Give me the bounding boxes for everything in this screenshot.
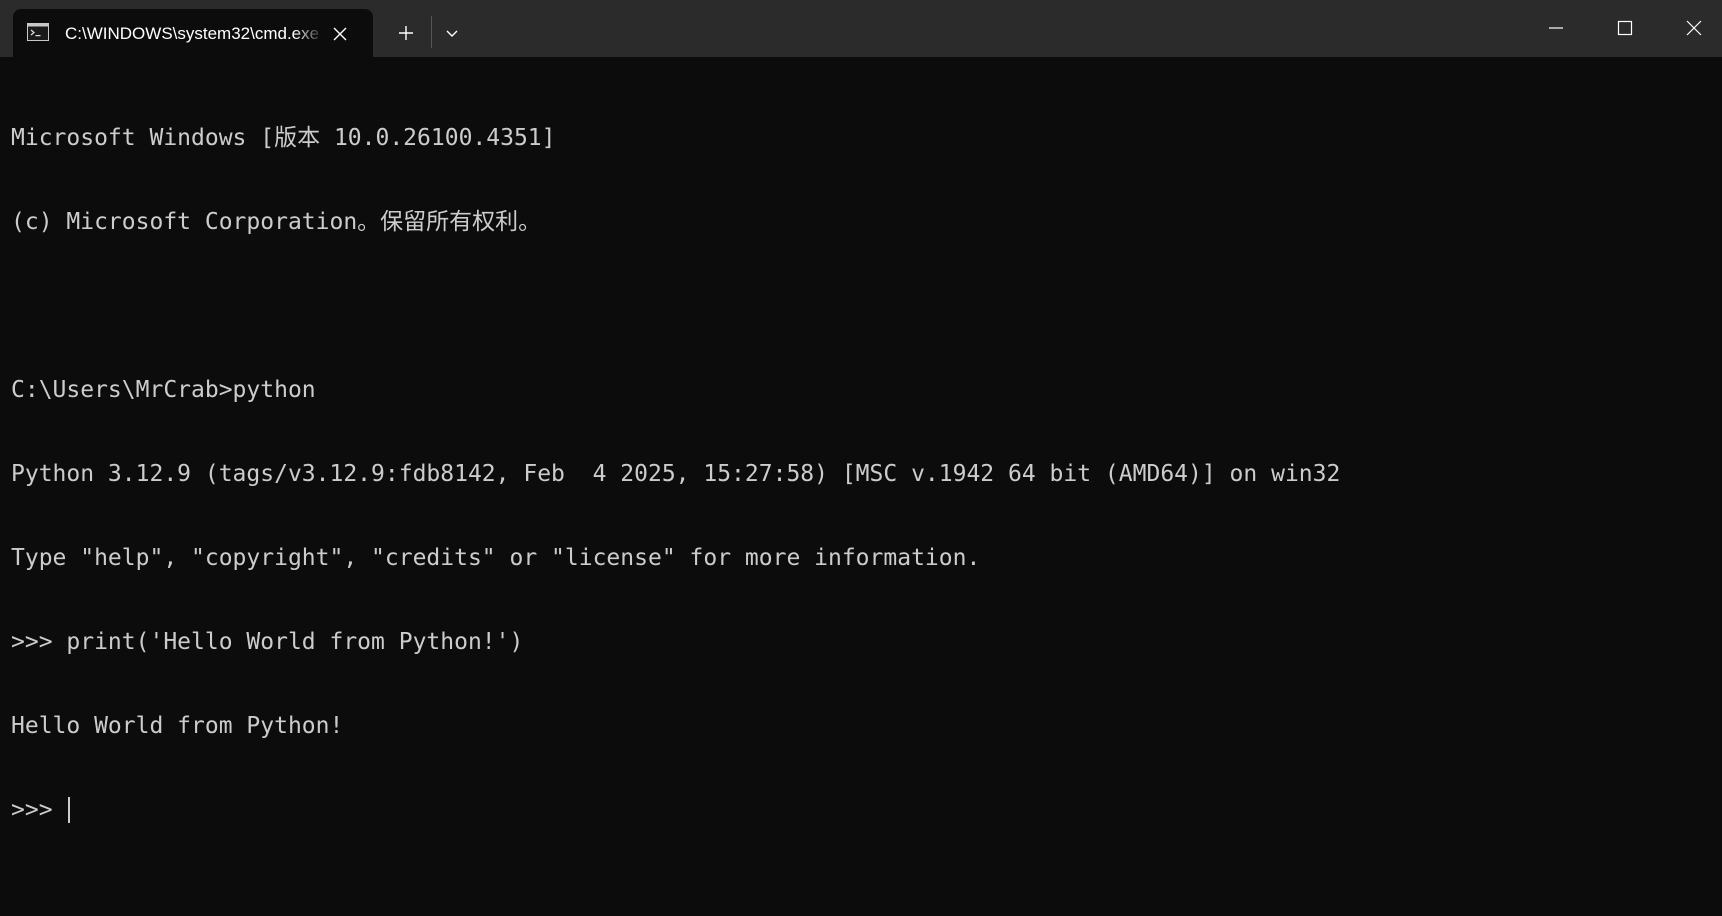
terminal-window: C:\WINDOWS\system32\cmd.exe Microsoft Wi…: [0, 0, 1722, 916]
terminal-prompt-line[interactable]: >>>: [11, 796, 1711, 824]
text-cursor: [68, 797, 71, 823]
tab-cmd[interactable]: C:\WINDOWS\system32\cmd.exe: [13, 9, 373, 57]
minimize-icon[interactable]: [1522, 0, 1590, 56]
terminal-line: Microsoft Windows [版本 10.0.26100.4351]: [11, 125, 556, 151]
close-window-icon[interactable]: [1660, 0, 1722, 56]
terminal-line: (c) Microsoft Corporation。保留所有权利。: [11, 209, 542, 235]
terminal-line: Hello World from Python!: [11, 713, 344, 739]
terminal-line: Python 3.12.9 (tags/v3.12.9:fdb8142, Feb…: [11, 461, 1341, 487]
terminal-line: Type "help", "copyright", "credits" or "…: [11, 545, 981, 571]
tab-title: C:\WINDOWS\system32\cmd.exe: [65, 24, 320, 43]
maximize-icon[interactable]: [1591, 0, 1659, 56]
python-prompt: >>>: [11, 797, 67, 823]
chevron-down-icon[interactable]: [436, 17, 468, 49]
close-icon[interactable]: [327, 21, 353, 47]
title-bar[interactable]: C:\WINDOWS\system32\cmd.exe: [0, 0, 1722, 57]
terminal-line: C:\Users\MrCrab>python: [11, 377, 316, 403]
plus-icon[interactable]: [390, 17, 422, 49]
tab-divider: [431, 16, 432, 48]
terminal-line: >>> print('Hello World from Python!'): [11, 629, 524, 655]
terminal-output[interactable]: Microsoft Windows [版本 10.0.26100.4351] (…: [11, 68, 1711, 908]
cmd-icon: [27, 23, 49, 41]
